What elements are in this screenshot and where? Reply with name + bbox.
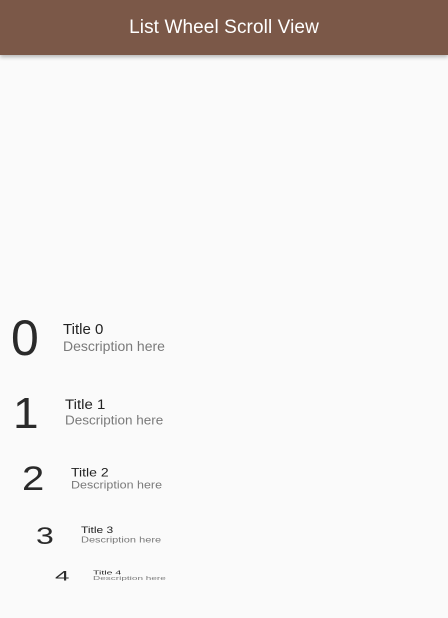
list-item[interactable]: 3 Title 3 Description here xyxy=(36,524,161,548)
list-item-title: Title 1 xyxy=(65,396,106,413)
list-item-number: 0 xyxy=(11,310,39,366)
list-item-texts: Title 4 Description here xyxy=(93,570,166,583)
app-bar: List Wheel Scroll View xyxy=(0,0,448,55)
list-item-number: 3 xyxy=(36,522,54,550)
list-item[interactable]: 1 Title 1 Description here xyxy=(13,391,163,434)
list-item-texts: Title 0 Description here xyxy=(63,321,165,356)
list-item-texts: Title 2 Description here xyxy=(71,465,162,492)
list-item-description: Description here xyxy=(81,536,162,545)
list-item[interactable]: 0 Title 0 Description here xyxy=(11,313,165,363)
list-item-number: 4 xyxy=(55,568,70,584)
app-bar-title: List Wheel Scroll View xyxy=(129,16,319,38)
list-item-description: Description here xyxy=(71,479,163,492)
app-root: List Wheel Scroll View 0 Title 0 Descrip… xyxy=(0,0,448,618)
list-item-title: Title 2 xyxy=(71,465,109,480)
list-item-description: Description here xyxy=(93,575,166,582)
list-item[interactable]: 2 Title 2 Description here xyxy=(22,462,162,496)
list-item-title: Title 0 xyxy=(63,320,104,338)
list-item-texts: Title 3 Description here xyxy=(81,525,162,546)
list-item-number: 2 xyxy=(22,460,45,498)
list-item-texts: Title 1 Description here xyxy=(65,397,163,429)
list-item-description: Description here xyxy=(63,337,165,354)
list-item-description: Description here xyxy=(65,413,164,428)
list-wheel-scroll-view[interactable]: 0 Title 0 Description here 1 Title 1 Des… xyxy=(0,55,448,618)
list-item[interactable]: 4 Title 4 Description here xyxy=(55,569,166,583)
list-item-number: 1 xyxy=(13,388,39,438)
list-item-title: Title 3 xyxy=(81,525,114,536)
